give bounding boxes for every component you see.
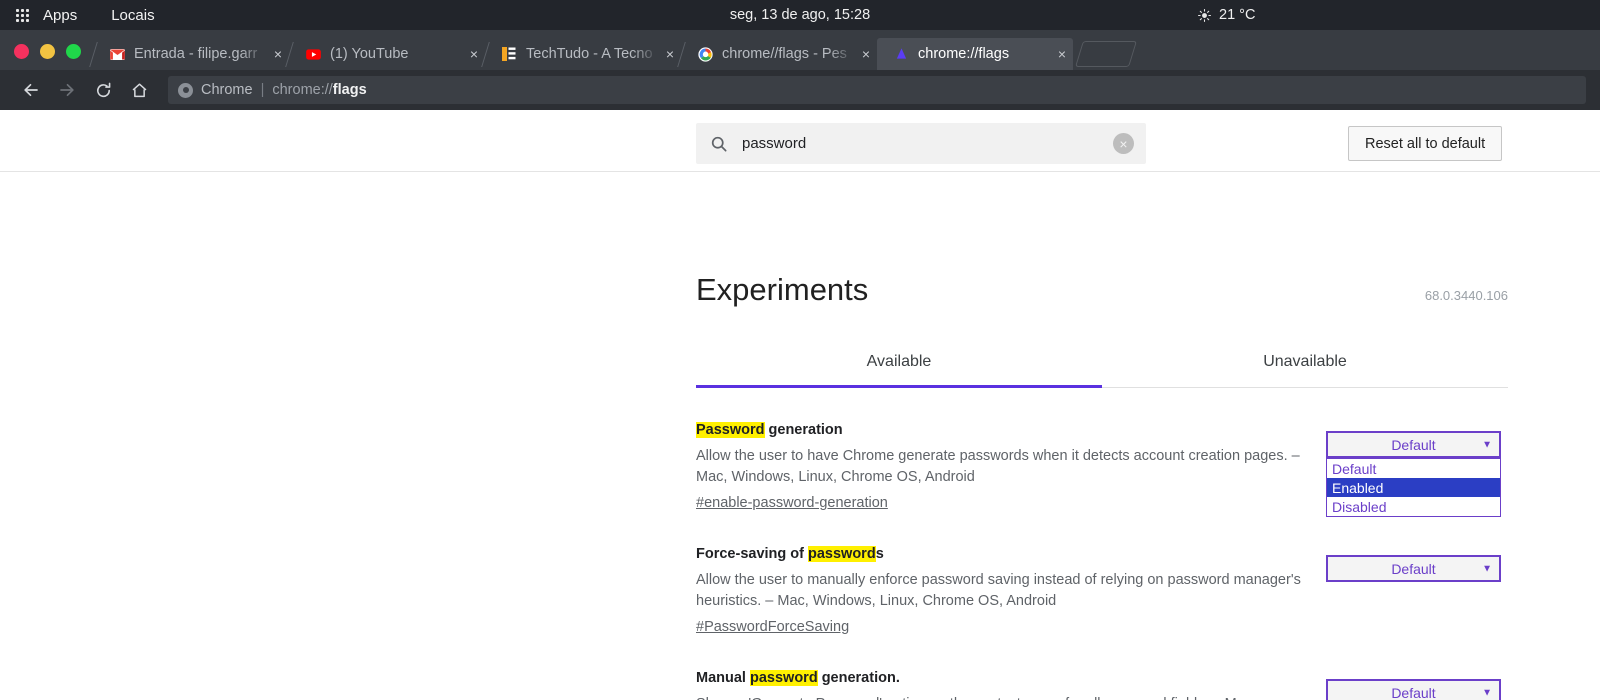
flag-entry: Force-saving of passwords Allow the user… <box>696 512 1508 636</box>
flag-description: Allow the user to have Chrome generate p… <box>696 448 1300 485</box>
tab-available[interactable]: Available <box>696 353 1102 388</box>
browser-window: Entrada - filipe.garr × (1) YouTube × Te… <box>0 30 1600 700</box>
omnibox-url-host: chrome:// <box>272 82 333 98</box>
flag-icon <box>893 46 909 62</box>
experiments-header: Experiments 68.0.3440.106 <box>696 172 1508 308</box>
clock[interactable]: seg, 13 de ago, 15:28 <box>730 7 870 23</box>
sun-icon <box>1198 8 1211 22</box>
flags-tabs: Available Unavailable <box>696 353 1508 388</box>
flag-select-value: Default <box>1391 436 1436 453</box>
tab-title: (1) YouTube <box>330 46 409 62</box>
flag-text-block: Manual password generation. Show a 'Gene… <box>696 670 1320 700</box>
apps-menu[interactable]: Apps <box>43 7 77 24</box>
google-icon <box>697 46 713 62</box>
flag-select[interactable]: Default ▼ <box>1326 431 1501 458</box>
flag-select-value: Default <box>1391 684 1436 700</box>
flag-title-post: generation. <box>817 670 900 686</box>
gmail-icon <box>109 46 125 62</box>
tab-close-button[interactable]: × <box>1051 47 1073 61</box>
flag-control: Default ▼ Default Enabled Disabled <box>1320 422 1501 517</box>
tab-unavailable[interactable]: Unavailable <box>1102 353 1508 388</box>
techtudo-icon <box>501 46 517 62</box>
apps-grid-icon[interactable] <box>16 8 29 22</box>
version-label: 68.0.3440.106 <box>1424 288 1508 303</box>
flag-title-post: generation <box>764 422 843 438</box>
tab-title: Entrada - filipe.garr <box>134 46 258 62</box>
browser-tab-techtudo[interactable]: TechTudo - A Tecno × <box>481 38 681 70</box>
flag-description: Show a 'Generate Password' option on the… <box>696 694 1310 700</box>
flag-entry: Password generation Allow the user to ha… <box>696 388 1508 517</box>
flag-title: Manual password generation. <box>696 670 1320 686</box>
address-bar[interactable]: Chrome | chrome://flags <box>168 76 1586 104</box>
flag-title-highlight: password <box>749 670 818 686</box>
new-tab-button[interactable] <box>1075 41 1137 67</box>
browser-tab-google-search[interactable]: chrome//flags - Pes × <box>677 38 877 70</box>
chevron-down-icon: ▼ <box>1482 563 1492 574</box>
flag-permalink[interactable]: #PasswordForceSaving <box>696 619 849 635</box>
search-input[interactable] <box>742 135 1113 152</box>
flag-title-highlight: Password <box>696 422 765 438</box>
close-window-button[interactable] <box>14 44 29 59</box>
flag-text-block: Force-saving of passwords Allow the user… <box>696 546 1320 636</box>
browser-tab-youtube[interactable]: (1) YouTube × <box>285 38 485 70</box>
youtube-icon <box>305 46 321 62</box>
browser-tab-gmail[interactable]: Entrada - filipe.garr × <box>89 38 289 70</box>
reset-all-to-default-button[interactable]: Reset all to default <box>1348 126 1503 161</box>
home-icon[interactable] <box>122 75 156 105</box>
omnibox-url-path: flags <box>332 82 367 98</box>
flag-permalink[interactable]: #enable-password-generation <box>696 495 888 511</box>
flag-select-value: Default <box>1391 560 1436 577</box>
flag-description: Allow the user to manually enforce passw… <box>696 572 1301 609</box>
os-top-panel: Apps Locais seg, 13 de ago, 15:28 21 °C <box>0 0 1600 30</box>
flag-title-post: s <box>875 546 884 562</box>
flag-select[interactable]: Default ▼ <box>1326 679 1501 700</box>
forward-arrow-icon[interactable] <box>50 75 84 105</box>
omnibox-separator: | <box>260 82 265 98</box>
flags-page: × Reset all to default Experiments 68.0.… <box>0 110 1600 700</box>
places-menu[interactable]: Locais <box>111 7 154 24</box>
flag-entry: Manual password generation. Show a 'Gene… <box>696 636 1508 700</box>
search-box[interactable]: × <box>696 123 1146 164</box>
reload-icon[interactable] <box>86 75 120 105</box>
browser-tab-chrome-flags[interactable]: chrome://flags × <box>877 38 1073 70</box>
tab-strip: Entrada - filipe.garr × (1) YouTube × Te… <box>0 30 1600 70</box>
window-controls <box>0 44 93 70</box>
flag-control: Default ▼ <box>1320 670 1501 700</box>
tab-title: TechTudo - A Tecno <box>526 46 653 62</box>
flag-title: Force-saving of passwords <box>696 546 1320 562</box>
flag-title-pre: Manual <box>696 670 750 686</box>
flag-text-block: Password generation Allow the user to ha… <box>696 422 1320 512</box>
flag-control: Default ▼ <box>1320 546 1501 582</box>
flags-content: Experiments 68.0.3440.106 Available Unav… <box>696 172 1508 700</box>
weather-indicator[interactable]: 21 °C <box>1198 7 1255 23</box>
search-icon <box>711 136 727 152</box>
browser-toolbar: Chrome | chrome://flags <box>0 70 1600 110</box>
page-title: Experiments <box>696 272 869 307</box>
tab-close-button[interactable]: × <box>659 47 681 61</box>
back-arrow-icon[interactable] <box>14 75 48 105</box>
flag-title-pre: Force-saving of <box>696 546 808 562</box>
chevron-down-icon: ▼ <box>1482 439 1492 450</box>
tab-close-button[interactable]: × <box>463 47 485 61</box>
flag-title-highlight: password <box>808 546 876 562</box>
temperature-label: 21 °C <box>1219 7 1256 23</box>
flag-select[interactable]: Default ▼ <box>1326 555 1501 582</box>
minimize-window-button[interactable] <box>40 44 55 59</box>
tab-close-button[interactable]: × <box>855 47 877 61</box>
tab-title: chrome://flags <box>918 46 1010 62</box>
chevron-down-icon: ▼ <box>1482 687 1492 698</box>
omnibox-url: chrome://flags <box>272 82 366 98</box>
select-option-enabled[interactable]: Enabled <box>1327 478 1500 497</box>
search-bar-row: × Reset all to default <box>0 110 1600 172</box>
chrome-icon <box>178 82 193 98</box>
clear-icon[interactable]: × <box>1113 133 1134 154</box>
flag-title: Password generation <box>696 422 1320 438</box>
select-option-disabled[interactable]: Disabled <box>1327 497 1500 516</box>
select-option-default[interactable]: Default <box>1327 459 1500 478</box>
tab-title: chrome//flags - Pes <box>722 46 847 62</box>
maximize-window-button[interactable] <box>66 44 81 59</box>
tab-close-button[interactable]: × <box>267 47 289 61</box>
flag-select-dropdown[interactable]: Default Enabled Disabled <box>1326 458 1501 517</box>
omnibox-scheme-label: Chrome <box>201 82 253 98</box>
